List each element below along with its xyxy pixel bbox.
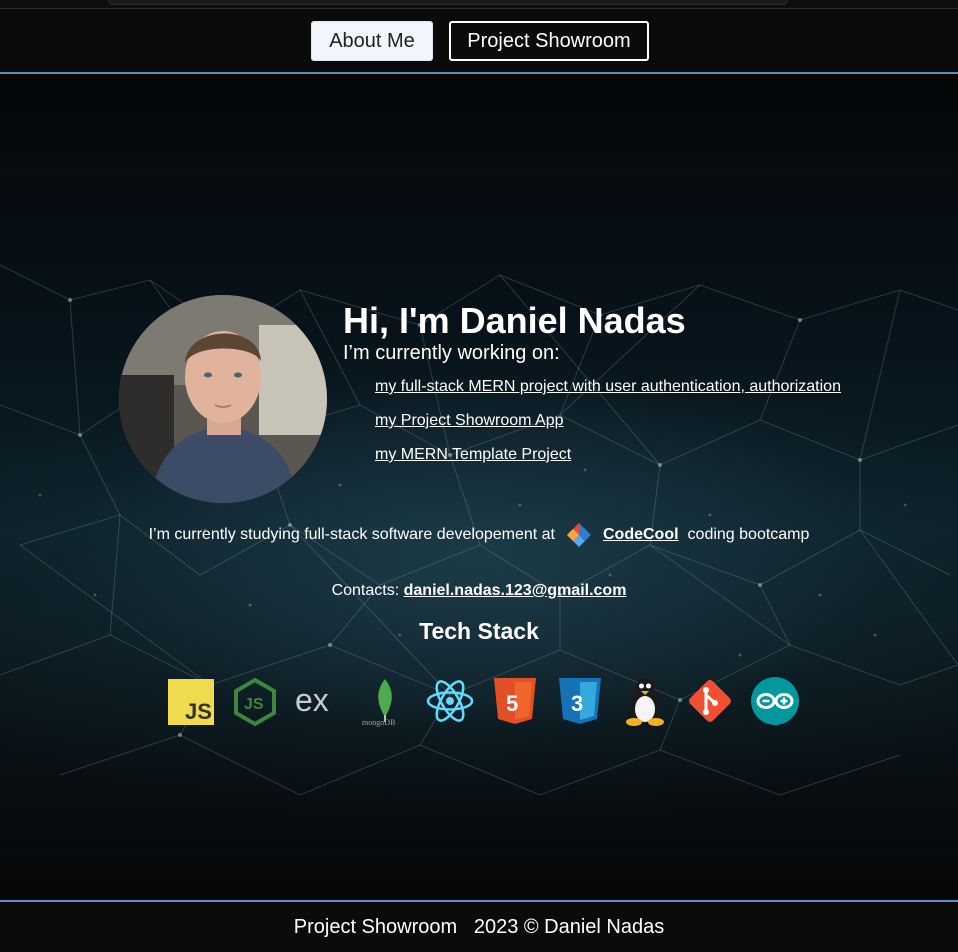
svg-text:JS: JS [185, 699, 212, 724]
study-suffix: coding bootcamp [687, 526, 810, 543]
email-link[interactable]: daniel.nadas.123@gmail.com [404, 582, 627, 599]
arduino-icon [749, 675, 801, 727]
tech-stack-icons: JS JS ex mongoDB 5 3 [160, 675, 800, 727]
project-link-showroom[interactable]: my Project Showroom App [375, 412, 564, 429]
nodejs-icon: JS [229, 675, 281, 727]
hero-section: Hi, I'm Daniel Nadas I’m currently worki… [0, 75, 958, 900]
svg-text:5: 5 [506, 691, 518, 716]
mongodb-icon: mongoDB [359, 675, 411, 727]
html5-icon: 5 [489, 675, 541, 727]
svg-text:3: 3 [571, 691, 583, 716]
study-line: I’m currently studying full-stack softwa… [0, 521, 958, 549]
react-icon [424, 675, 476, 727]
svg-text:JS: JS [244, 696, 264, 713]
express-icon: ex [294, 675, 346, 727]
about-me-button[interactable]: About Me [311, 21, 433, 61]
list-item: my full-stack MERN project with user aut… [375, 378, 841, 412]
linux-icon [619, 675, 671, 727]
codecool-icon [565, 521, 593, 549]
project-showroom-button[interactable]: Project Showroom [449, 21, 649, 61]
contacts-line: Contacts: daniel.nadas.123@gmail.com [0, 582, 958, 600]
project-list: my full-stack MERN project with user aut… [375, 378, 841, 480]
project-link-mern-auth[interactable]: my full-stack MERN project with user aut… [375, 378, 841, 395]
profile-avatar [119, 295, 327, 503]
browser-address-bar [108, 0, 788, 5]
navbar: About Me Project Showroom [0, 9, 958, 74]
svg-text:ex: ex [295, 682, 329, 718]
contacts-label: Contacts: [331, 582, 400, 599]
footer: Project Showroom 2023 © Daniel Nadas [0, 900, 958, 952]
codecool-link[interactable]: CodeCool [603, 526, 679, 544]
footer-text: Project Showroom 2023 © Daniel Nadas [293, 916, 665, 938]
javascript-icon: JS [164, 675, 216, 727]
study-prefix: I’m currently studying full-stack softwa… [148, 526, 555, 543]
page-title: Hi, I'm Daniel Nadas [343, 300, 686, 341]
network-background [0, 264, 958, 796]
list-item: my MERN Template Project [375, 446, 841, 480]
svg-text:mongoDB: mongoDB [362, 718, 395, 727]
project-link-mern-template[interactable]: my MERN Template Project [375, 446, 571, 463]
css3-icon: 3 [554, 675, 606, 727]
git-icon [684, 675, 736, 727]
tech-stack-title: Tech Stack [419, 618, 539, 644]
browser-top-strip [0, 0, 958, 9]
working-on-label: I’m currently working on: [343, 342, 560, 364]
list-item: my Project Showroom App [375, 412, 841, 446]
